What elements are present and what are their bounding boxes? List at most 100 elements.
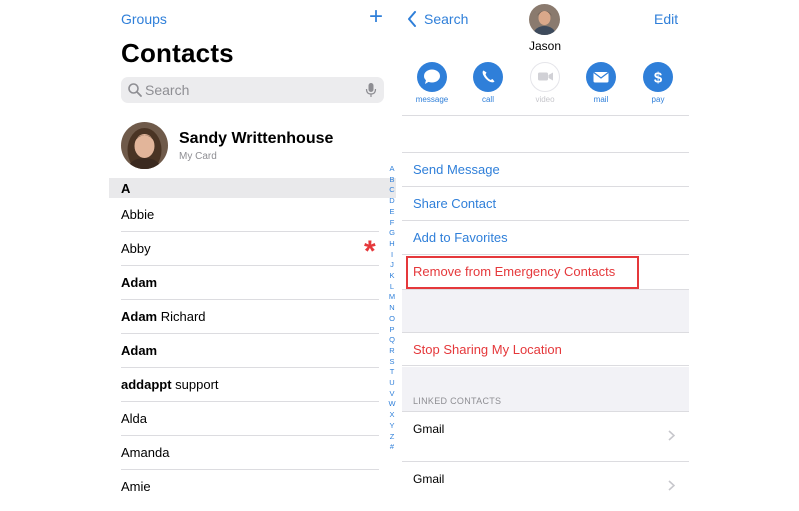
index-letter[interactable]: V: [387, 389, 397, 400]
list-item[interactable]: Amie: [121, 470, 379, 504]
index-letter[interactable]: Y: [387, 421, 397, 432]
index-letter[interactable]: E: [387, 207, 397, 218]
option-label: Add to Favorites: [413, 230, 508, 245]
linked-contact-label: Gmail: [413, 422, 445, 436]
list-item[interactable]: Abby: [121, 232, 379, 266]
action-label: video: [535, 95, 555, 104]
envelope-icon: [593, 72, 609, 83]
add-contact-button[interactable]: +: [369, 5, 383, 29]
index-letter[interactable]: M: [387, 292, 397, 303]
section-header: A: [109, 178, 396, 198]
back-button[interactable]: Search: [407, 10, 477, 28]
index-letter[interactable]: J: [387, 260, 397, 271]
contact-detail-screen: Search Edit Jason message call video mai…: [402, 0, 689, 500]
index-letter[interactable]: K: [387, 271, 397, 282]
contact-name: Alda: [121, 411, 148, 426]
contact-name: addappt support: [121, 377, 219, 392]
chevron-left-icon: [408, 11, 416, 27]
index-letter[interactable]: Z: [387, 432, 397, 443]
edit-button[interactable]: Edit: [654, 11, 678, 27]
index-letter[interactable]: B: [387, 175, 397, 186]
contact-list: Abbie Abby Adam Adam Richard Adam addapp…: [109, 198, 379, 504]
index-letter[interactable]: T: [387, 367, 397, 378]
index-letter[interactable]: D: [387, 196, 397, 207]
share-contact-option[interactable]: Share Contact: [402, 186, 689, 220]
index-letter[interactable]: X: [387, 410, 397, 421]
option-label: Stop Sharing My Location: [413, 342, 562, 357]
list-item[interactable]: Adam Richard: [121, 300, 379, 334]
index-letter[interactable]: F: [387, 218, 397, 229]
my-card-subtitle: My Card: [179, 151, 217, 162]
index-letter[interactable]: O: [387, 314, 397, 325]
search-input[interactable]: Search: [121, 77, 384, 103]
contact-name: Adam Richard: [121, 309, 206, 324]
index-letter[interactable]: C: [387, 185, 397, 196]
index-letter[interactable]: S: [387, 357, 397, 368]
linked-contacts-header: LINKED CONTACTS: [413, 396, 502, 406]
back-label: Search: [424, 11, 469, 27]
list-item[interactable]: Adam: [121, 266, 379, 300]
linked-contact-label: Gmail: [413, 472, 445, 486]
add-to-favorites-option[interactable]: Add to Favorites: [402, 220, 689, 254]
my-card-name[interactable]: Sandy Writtenhouse: [179, 130, 333, 148]
contact-name: Abbie: [121, 207, 155, 222]
index-letter[interactable]: G: [387, 228, 397, 239]
video-camera-icon: [537, 72, 553, 81]
groups-button[interactable]: Groups: [121, 11, 167, 27]
list-item[interactable]: Adam: [121, 334, 379, 368]
message-bubble-icon: [424, 69, 440, 84]
option-label: Send Message: [413, 162, 500, 177]
list-item[interactable]: addappt support: [121, 368, 379, 402]
dollar-icon: $: [654, 70, 663, 87]
chevron-right-icon: [668, 430, 675, 441]
chevron-right-icon: [668, 480, 675, 491]
contact-name: Adam: [121, 343, 158, 358]
phone-icon: [482, 70, 495, 83]
contact-name: Adam: [121, 275, 158, 290]
list-item[interactable]: Amanda: [121, 436, 379, 470]
mail-action-button[interactable]: mail: [581, 62, 621, 104]
stop-sharing-location-option[interactable]: Stop Sharing My Location: [402, 332, 689, 366]
linked-contact-row[interactable]: Gmail: [402, 411, 689, 461]
highlight-annotation: [406, 256, 639, 289]
search-placeholder: Search: [145, 82, 190, 98]
action-label: call: [481, 95, 494, 104]
alphabet-index[interactable]: A B C D E F G H I J K L M N O P Q R S T U V W X Y Z #: [387, 164, 397, 453]
index-letter[interactable]: H: [387, 239, 397, 250]
index-letter[interactable]: N: [387, 303, 397, 314]
index-letter[interactable]: I: [387, 250, 397, 261]
contact-name: Amie: [121, 479, 151, 494]
action-label: message: [415, 95, 449, 104]
contact-name-heading: Jason: [528, 39, 562, 53]
send-message-option[interactable]: Send Message: [402, 152, 689, 186]
index-letter[interactable]: U: [387, 378, 397, 389]
quick-actions: message call video mail $ pay: [402, 62, 689, 108]
search-icon: [128, 83, 142, 97]
my-card-avatar[interactable]: [121, 122, 168, 169]
page-title: Contacts: [121, 38, 234, 68]
svg-text:$: $: [654, 70, 663, 87]
index-letter[interactable]: Q: [387, 335, 397, 346]
linked-contact-row[interactable]: Gmail: [402, 461, 689, 511]
contact-name: Abby: [121, 241, 151, 256]
video-action-button: video: [525, 62, 565, 104]
pay-action-button[interactable]: $ pay: [638, 62, 678, 104]
contacts-list-screen: Groups + Contacts Search Sandy Writtenho…: [109, 0, 396, 500]
call-action-button[interactable]: call: [468, 62, 508, 104]
contact-avatar: [529, 4, 560, 35]
index-letter[interactable]: R: [387, 346, 397, 357]
list-item[interactable]: Alda: [121, 402, 379, 436]
index-letter[interactable]: #: [387, 442, 397, 453]
contact-name: Amanda: [121, 445, 170, 460]
microphone-icon[interactable]: [365, 82, 377, 98]
list-item[interactable]: Abbie: [121, 198, 379, 232]
message-action-button[interactable]: message: [412, 62, 452, 104]
section-letter: A: [121, 181, 131, 196]
divider: [402, 115, 689, 116]
index-letter[interactable]: W: [387, 399, 397, 410]
index-letter[interactable]: L: [387, 282, 397, 293]
option-label: Share Contact: [413, 196, 497, 211]
section-gap: [402, 290, 689, 332]
index-letter[interactable]: A: [387, 164, 397, 175]
index-letter[interactable]: P: [387, 325, 397, 336]
